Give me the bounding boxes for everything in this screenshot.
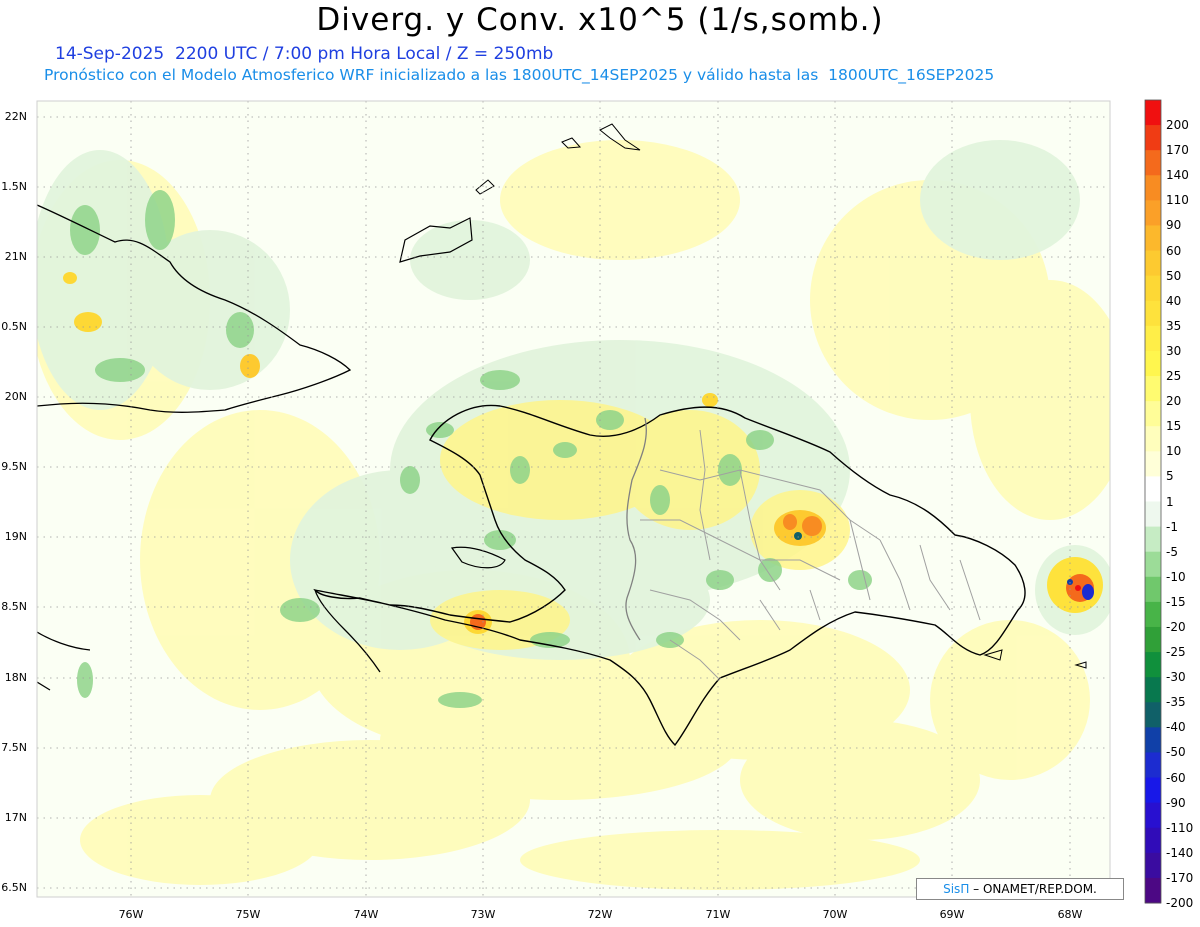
colorbar-label: -20 [1166, 619, 1186, 634]
credit-text: – ONAMET/REP.DOM. [969, 882, 1097, 896]
colorbar-label: -60 [1166, 770, 1186, 785]
colorbar-swatch [1145, 677, 1161, 703]
colorbar-label: -110 [1166, 820, 1194, 835]
colorbar-label: -10 [1166, 569, 1186, 584]
colorbar-label: 1 [1166, 494, 1174, 509]
credit-box: SisΠ – ONAMET/REP.DOM. [916, 878, 1124, 900]
lon-label: 69W [939, 908, 965, 921]
colorbar-label: 10 [1166, 444, 1182, 459]
colorbar-label: 50 [1166, 268, 1182, 283]
colorbar-swatch [1145, 727, 1161, 753]
colorbar-swatch [1145, 551, 1161, 578]
colorbar-swatch [1145, 652, 1161, 678]
colorbar-swatch [1145, 626, 1161, 653]
colorbar-swatch [1145, 225, 1161, 252]
colorbar-swatch [1145, 526, 1161, 553]
colorbar-swatch [1145, 827, 1161, 854]
colorbar-label: 140 [1166, 168, 1189, 183]
colorbar-swatch [1145, 200, 1161, 226]
lat-label: 17N [4, 811, 27, 824]
lat-label: 20N [4, 390, 27, 403]
colorbar-label: 5 [1166, 469, 1174, 484]
colorbar-swatch [1145, 150, 1161, 176]
colorbar-label: 60 [1166, 243, 1182, 258]
colorbar-label: -15 [1166, 594, 1186, 609]
hotspot-east-storm [1047, 557, 1103, 613]
colorbar-swatch [1145, 376, 1161, 402]
lat-label: 8.5N [1, 600, 27, 613]
lat-label: 22N [4, 110, 27, 123]
colorbar-swatch [1145, 175, 1161, 201]
colorbar-swatch [1145, 275, 1161, 302]
lat-label: 1.5N [1, 180, 27, 193]
lat-label: 7.5N [1, 741, 27, 754]
colorbar-swatch [1145, 250, 1161, 277]
colorbar-swatch [1145, 702, 1161, 728]
colorbar-swatch [1145, 125, 1161, 151]
colorbar-label: -200 [1166, 896, 1194, 910]
hotspot-southwest-haiti [464, 610, 492, 634]
colorbar-label: 20 [1166, 394, 1182, 409]
lon-label: 76W [118, 908, 144, 921]
colorbar-label: -1 [1166, 519, 1178, 534]
colorbar-label: -35 [1166, 695, 1186, 710]
colorbar-label: -170 [1166, 870, 1194, 885]
hotspot-central-dr [774, 510, 826, 546]
colorbar-label: 15 [1166, 419, 1182, 434]
colorbar-label: -90 [1166, 795, 1186, 810]
colorbar-swatch [1145, 451, 1161, 477]
lon-label: 70W [822, 908, 848, 921]
colorbar-swatch [1145, 350, 1161, 377]
colorbar-swatch [1145, 576, 1161, 603]
lon-label: 75W [235, 908, 261, 921]
colorbar [1145, 100, 1161, 904]
sispi-logo-text: SisΠ [943, 882, 970, 896]
colorbar-swatch [1145, 601, 1161, 628]
colorbar-swatch [1145, 777, 1161, 804]
lon-label: 68W [1057, 908, 1083, 921]
colorbar-label: -30 [1166, 670, 1186, 685]
colorbar-swatch [1145, 325, 1161, 352]
colorbar-swatch [1145, 401, 1161, 427]
colorbar-swatch [1145, 802, 1161, 829]
lon-label: 73W [470, 908, 496, 921]
colorbar-swatch [1145, 852, 1161, 879]
lat-label: 18N [4, 671, 27, 684]
colorbar-swatch [1145, 752, 1161, 779]
lat-label: 6.5N [1, 881, 27, 894]
lon-label: 71W [705, 908, 731, 921]
colorbar-label: -25 [1166, 645, 1186, 660]
colorbar-label: -140 [1166, 845, 1194, 860]
colorbar-swatch [1145, 426, 1161, 452]
divergence-map [36, 99, 1162, 904]
colorbar-label: 110 [1166, 193, 1189, 208]
colorbar-label: 25 [1166, 369, 1182, 384]
colorbar-label: -40 [1166, 720, 1186, 735]
lon-label: 74W [353, 908, 379, 921]
lat-label: 9.5N [1, 460, 27, 473]
colorbar-label: 30 [1166, 343, 1182, 358]
colorbar-label: 170 [1166, 143, 1189, 158]
colorbar-swatch [1145, 300, 1161, 327]
lat-label: 19N [4, 530, 27, 543]
colorbar-label: 40 [1166, 293, 1182, 308]
colorbar-swatch [1145, 100, 1161, 126]
colorbar-label: 90 [1166, 218, 1182, 233]
lat-label: 21N [4, 250, 27, 263]
field-layer [37, 101, 1110, 897]
colorbar-label: 35 [1166, 318, 1182, 333]
colorbar-label: -50 [1166, 745, 1186, 760]
lon-label: 72W [587, 908, 613, 921]
colorbar-swatch [1145, 877, 1161, 904]
colorbar-label: 200 [1166, 118, 1189, 133]
colorbar-label: -5 [1166, 544, 1178, 559]
colorbar-swatch [1145, 476, 1161, 502]
colorbar-swatch [1145, 501, 1161, 528]
lat-label: 0.5N [1, 320, 27, 333]
